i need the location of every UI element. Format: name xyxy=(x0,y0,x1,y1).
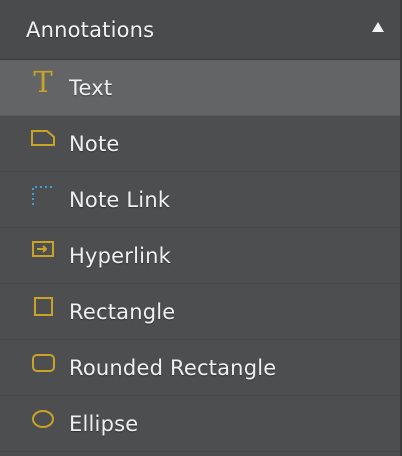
note-icon xyxy=(28,128,58,152)
tool-label: Note Link xyxy=(69,188,171,212)
rectangle-icon xyxy=(28,296,58,320)
tool-label: Note xyxy=(69,132,120,156)
tool-label: Hyperlink xyxy=(69,244,172,268)
annotations-panel: Annotations T Text Note Note Link Hyperl… xyxy=(0,0,402,456)
annotation-tool-list: T Text Note Note Link Hyperlink Rectangl… xyxy=(0,60,400,452)
text-t-icon: T xyxy=(33,65,53,99)
tool-label: Rectangle xyxy=(69,300,176,324)
tool-item-rectangle[interactable]: Rectangle xyxy=(0,284,400,340)
tool-item-ellipse[interactable]: Ellipse xyxy=(0,396,400,452)
panel-title: Annotations xyxy=(26,17,155,42)
ellipse-icon xyxy=(28,408,58,432)
tool-label: Rounded Rectangle xyxy=(69,356,277,380)
tool-item-note-link[interactable]: Note Link xyxy=(0,172,400,228)
tool-label: Text xyxy=(69,76,113,100)
rounded-rectangle-icon xyxy=(28,352,58,376)
tool-label: Ellipse xyxy=(69,412,139,436)
tool-item-hyperlink[interactable]: Hyperlink xyxy=(0,228,400,284)
note-link-icon xyxy=(28,184,58,208)
triangle-up-icon[interactable] xyxy=(372,22,384,32)
tool-item-note[interactable]: Note xyxy=(0,116,400,172)
tool-item-rounded-rectangle[interactable]: Rounded Rectangle xyxy=(0,340,400,396)
annotations-header[interactable]: Annotations xyxy=(0,0,400,60)
hyperlink-icon xyxy=(28,240,58,264)
tool-item-text[interactable]: T Text xyxy=(0,60,400,116)
